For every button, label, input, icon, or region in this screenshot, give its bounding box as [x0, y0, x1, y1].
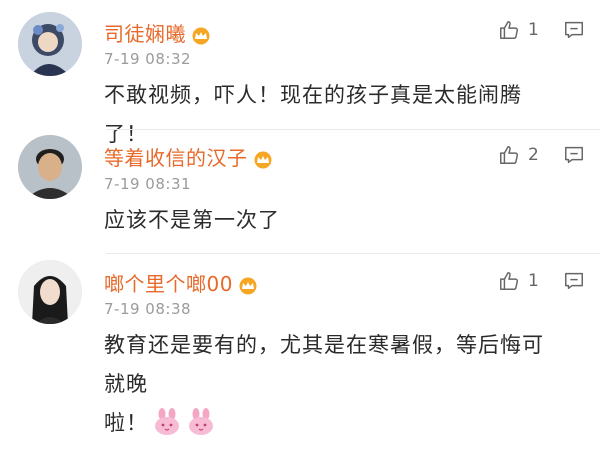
- reply-button[interactable]: [563, 270, 585, 296]
- avatar[interactable]: [18, 135, 82, 199]
- comment-icon: [565, 272, 583, 290]
- bunny-emoji: [186, 408, 216, 449]
- reply-button[interactable]: [563, 19, 585, 45]
- like-count: 1: [528, 20, 539, 40]
- timestamp: 7-19 08:38: [104, 300, 192, 318]
- thumbs-up-icon: [500, 21, 519, 39]
- timestamp: 7-19 08:32: [104, 50, 192, 68]
- crown-badge-icon: [252, 150, 274, 174]
- like-button[interactable]: 1: [498, 268, 539, 294]
- comment-icon: [565, 146, 583, 164]
- crown-badge-icon: [237, 276, 259, 300]
- username[interactable]: 等着收信的汉子: [104, 142, 274, 174]
- like-button[interactable]: 1: [498, 17, 539, 43]
- timestamp: 7-19 08:31: [104, 175, 192, 193]
- thumbs-up-icon: [500, 272, 519, 290]
- like-count: 1: [528, 271, 539, 291]
- avatar[interactable]: [18, 260, 82, 324]
- avatar[interactable]: [18, 12, 82, 76]
- avatar-image: [18, 260, 82, 324]
- comment-text: 应该不是第一次了: [104, 208, 280, 232]
- username-text: 等着收信的汉子: [104, 146, 248, 170]
- avatar-image: [18, 135, 82, 199]
- username-text: 司徒娴曦: [104, 22, 186, 46]
- comment-text-line: 教育还是要有的，尤其是在寒暑假，等后悔可就晚: [104, 333, 544, 396]
- comment-item: 等着收信的汉子 7-19 08:31 应该不是第一次了 2: [0, 130, 600, 253]
- comment-item: 啷个里个啷00 7-19 08:38 教育还是要有的，尤其是在寒暑假，等后悔可就…: [0, 254, 600, 435]
- comment-text-line: 啦！: [104, 404, 560, 449]
- like-button[interactable]: 2: [498, 142, 539, 168]
- reply-button[interactable]: [563, 144, 585, 170]
- crown-badge-icon: [190, 26, 212, 50]
- username[interactable]: 啷个里个啷00: [104, 268, 259, 300]
- avatar-image: [18, 12, 82, 76]
- comment-text: 教育还是要有的，尤其是在寒暑假，等后悔可就晚 啦！: [104, 326, 560, 449]
- username[interactable]: 司徒娴曦: [104, 18, 212, 50]
- bunny-emoji: [152, 408, 182, 449]
- like-count: 2: [528, 145, 539, 165]
- username-text: 啷个里个啷00: [104, 272, 233, 296]
- thumbs-up-icon: [500, 146, 519, 164]
- comment-text-tail: 啦！: [104, 411, 148, 435]
- comment-icon: [565, 21, 583, 39]
- comment-item: 司徒娴曦 7-19 08:32 不敢视频，吓人！现在的孩子真是太能闹腾了！ 1: [0, 0, 600, 146]
